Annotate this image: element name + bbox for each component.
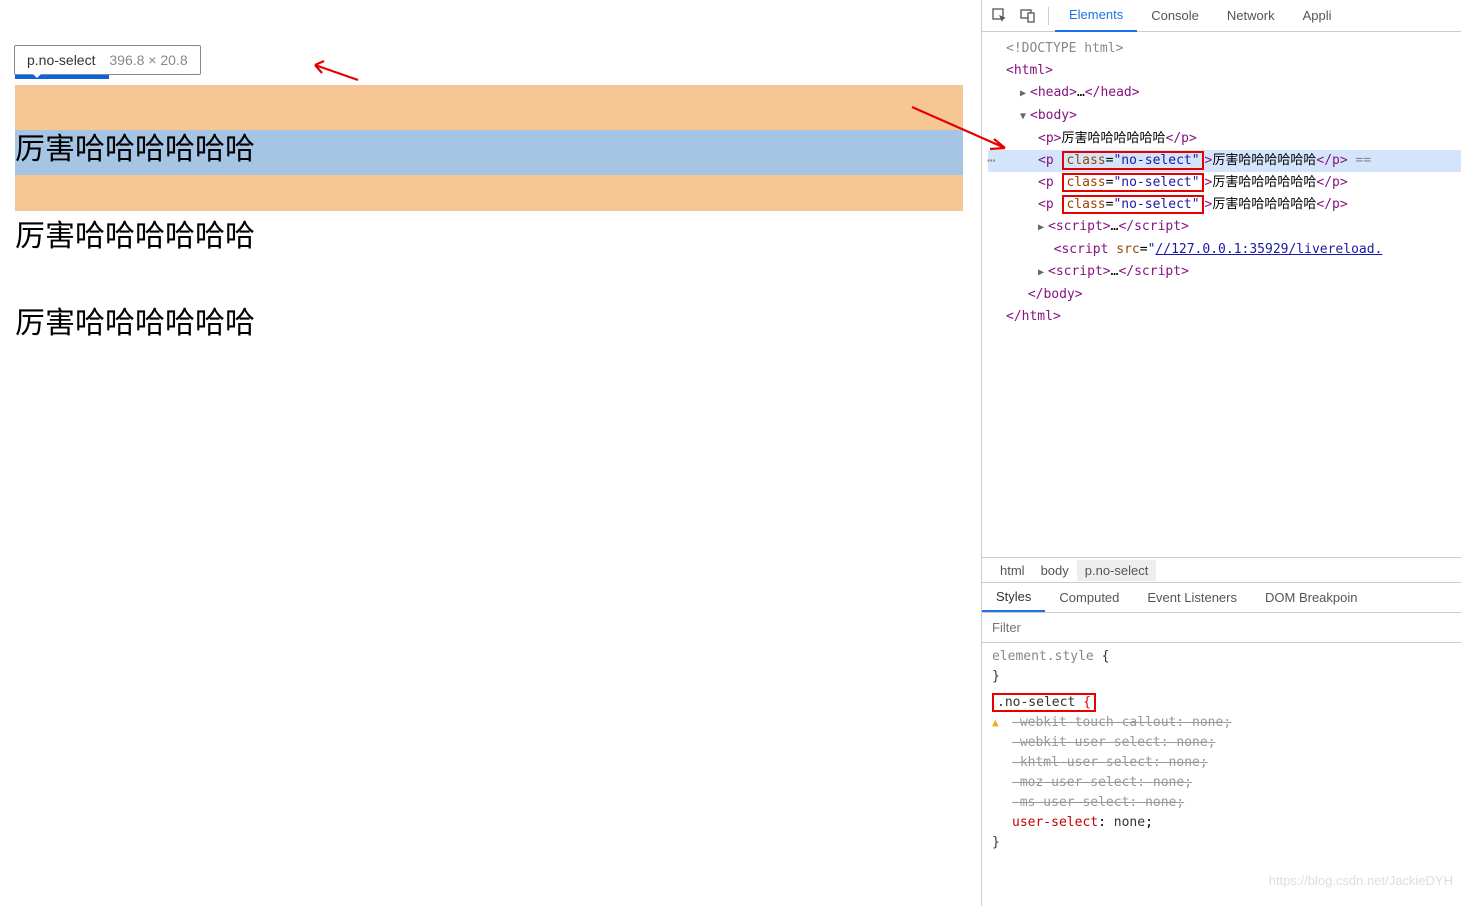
crumb-html[interactable]: html	[992, 560, 1033, 581]
annotation-arrow-2	[910, 105, 1010, 155]
dom-body-open[interactable]: ▼<body>	[988, 105, 1461, 128]
tab-application[interactable]: Appli	[1289, 0, 1346, 32]
tab-event-listeners[interactable]: Event Listeners	[1133, 583, 1251, 612]
css-prop--webkit-touch-callout[interactable]: ▲-webkit-touch-callout: none;	[992, 713, 1451, 733]
dom-p-2[interactable]: ⋯<p class="no-select">厉害哈哈哈哈哈哈</p>	[988, 150, 1461, 172]
watermark: https://blog.csdn.net/JackieDYH	[1269, 873, 1453, 888]
paragraph-3: 厉害哈哈哈哈哈哈	[15, 214, 963, 259]
css-prop--khtml-user-select[interactable]: -khtml-user-select: none;	[992, 753, 1451, 773]
dom-head[interactable]: ▶<head>…</head>	[988, 82, 1461, 105]
dom-script-1[interactable]: ▶<script>…</script>	[988, 216, 1461, 239]
crumb-p-no-select[interactable]: p.no-select	[1077, 560, 1157, 581]
css-prop-user-select[interactable]: user-select: none;	[992, 813, 1451, 833]
dom-body-close[interactable]: </body>	[988, 284, 1461, 306]
dom-script-2[interactable]: <script src="//127.0.0.1:35929/livereloa…	[988, 239, 1461, 261]
dom-html-open[interactable]: <html>	[988, 60, 1461, 82]
dom-html-close[interactable]: </html>	[988, 306, 1461, 328]
warning-icon: ▲	[992, 713, 999, 733]
toolbar-divider	[1048, 7, 1049, 25]
tab-console[interactable]: Console	[1137, 0, 1213, 32]
styles-content[interactable]: element.style { } .no-select { ▲-webkit-…	[982, 643, 1461, 857]
devtools-tabs: Elements Console Network Appli	[1055, 0, 1346, 31]
css-prop--moz-user-select[interactable]: -moz-user-select: none;	[992, 773, 1451, 793]
css-prop--ms-user-select[interactable]: -ms-user-select: none;	[992, 793, 1451, 813]
dom-p-4[interactable]: <p class="no-select">厉害哈哈哈哈哈哈</p>	[988, 194, 1461, 216]
tooltip-dimensions: 396.8 × 20.8	[109, 52, 187, 68]
tab-network[interactable]: Network	[1213, 0, 1289, 32]
filter-row	[982, 613, 1461, 643]
tab-dom-breakpoints[interactable]: DOM Breakpoin	[1251, 583, 1371, 612]
inspect-icon[interactable]	[986, 2, 1014, 30]
tab-styles[interactable]: Styles	[982, 583, 1045, 612]
dom-script-3[interactable]: ▶<script>…</script>	[988, 261, 1461, 284]
dom-doctype[interactable]: <!DOCTYPE html>	[988, 38, 1461, 60]
dom-p-1[interactable]: <p>厉害哈哈哈哈哈哈</p>	[988, 128, 1461, 150]
css-prop--webkit-user-select[interactable]: -webkit-user-select: none;	[992, 733, 1451, 753]
filter-input[interactable]	[992, 620, 1451, 635]
annotation-arrow-1	[310, 55, 360, 85]
element-tooltip: p.no-select 396.8 × 20.8	[14, 45, 201, 75]
rule-no-select-close: }	[992, 833, 1451, 853]
device-toggle-icon[interactable]	[1014, 2, 1042, 30]
tooltip-selector: p.no-select	[27, 52, 95, 68]
tab-computed[interactable]: Computed	[1045, 583, 1133, 612]
tab-elements[interactable]: Elements	[1055, 0, 1137, 32]
devtools-panel: Elements Console Network Appli <!DOCTYPE…	[981, 0, 1461, 906]
breadcrumb: html body p.no-select	[982, 557, 1461, 583]
dom-p-3[interactable]: <p class="no-select">厉害哈哈哈哈哈哈</p>	[988, 172, 1461, 194]
rule-element-style-close: }	[992, 667, 1451, 687]
rule-no-select[interactable]: .no-select {	[992, 693, 1451, 713]
rule-element-style[interactable]: element.style {	[992, 647, 1451, 667]
paragraph-2: 厉害哈哈哈哈哈哈	[15, 127, 963, 172]
paragraph-4: 厉害哈哈哈哈哈哈	[15, 301, 963, 346]
devtools-toolbar: Elements Console Network Appli	[982, 0, 1461, 32]
page-content: 哈哈哈 厉害哈哈哈哈哈哈 厉害哈哈哈哈哈哈 厉害哈哈哈哈哈哈	[15, 40, 963, 388]
dom-tree[interactable]: <!DOCTYPE html> <html> ▶<head>…</head> ▼…	[982, 32, 1461, 557]
styles-tabs: Styles Computed Event Listeners DOM Brea…	[982, 583, 1461, 613]
crumb-body[interactable]: body	[1033, 560, 1077, 581]
